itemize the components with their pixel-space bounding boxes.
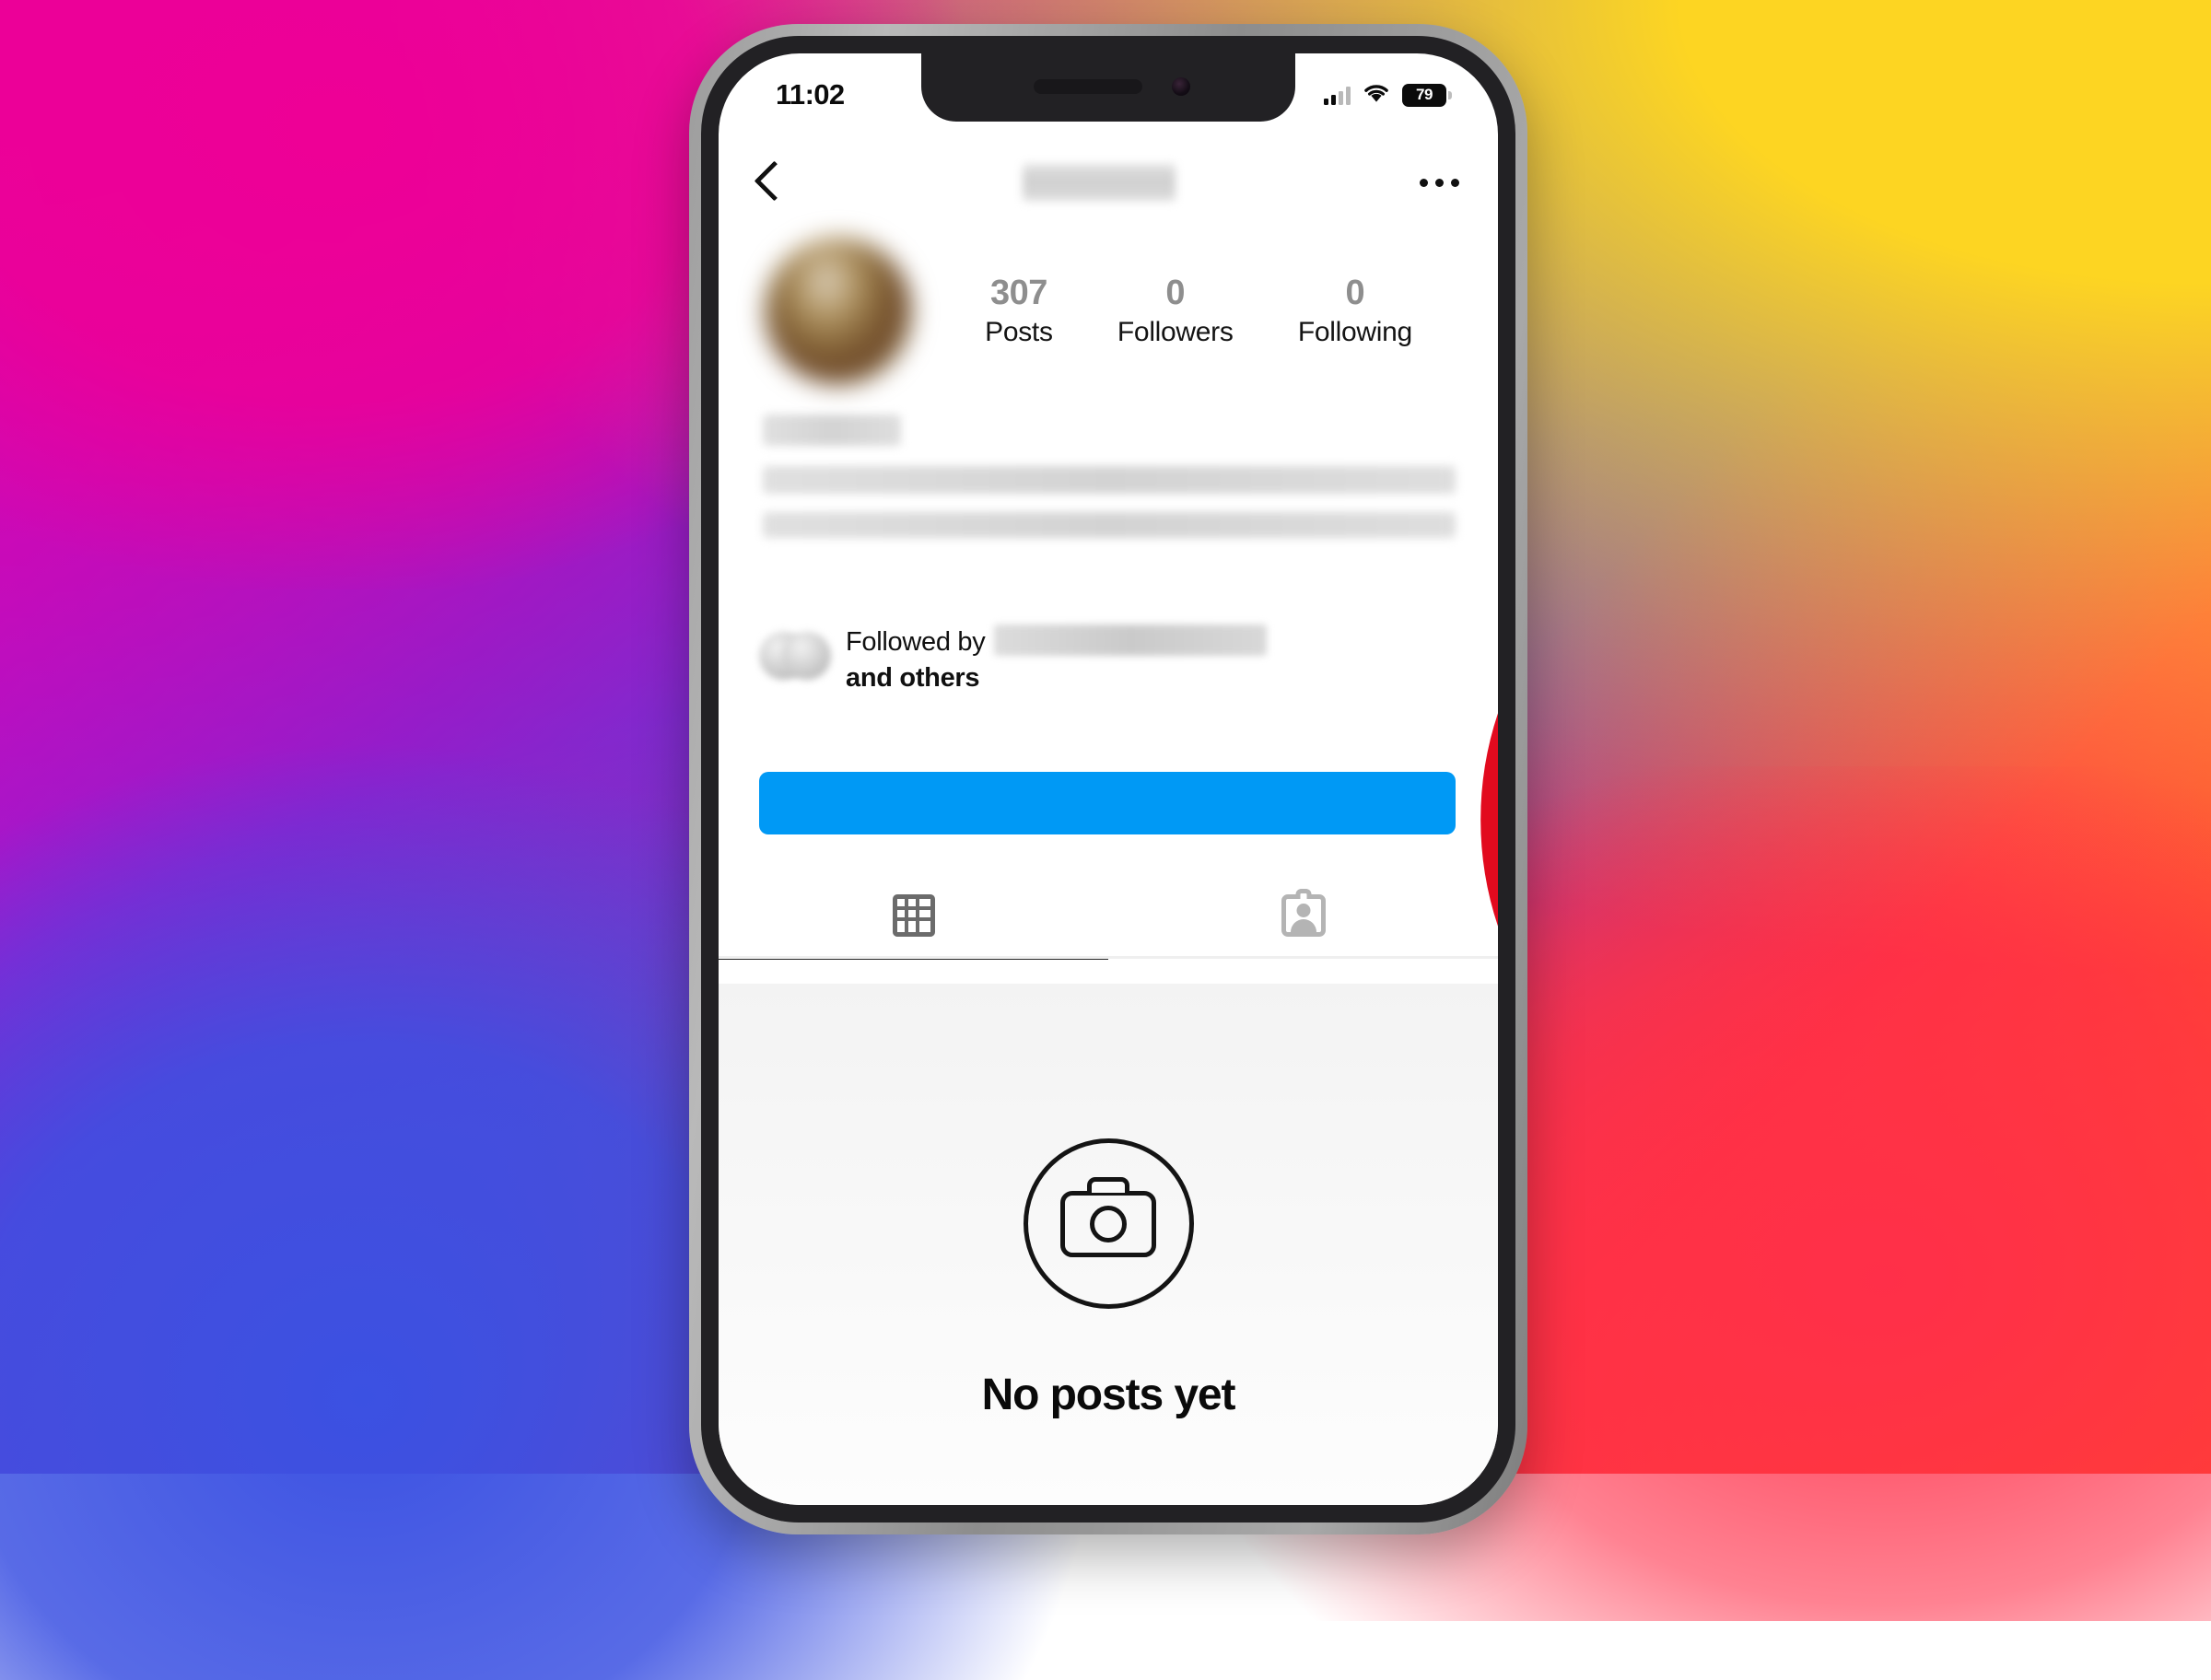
profile-header: 307 Posts 0 Followers 0 Following (719, 238, 1498, 385)
profile-bio-line-2 (763, 512, 1456, 538)
earpiece-speaker-icon (1034, 79, 1142, 94)
battery-icon: 79 (1402, 84, 1446, 107)
tagged-photos-icon (1281, 894, 1326, 937)
stat-followers-value: 0 (1117, 274, 1234, 311)
followed-by-text: Followed by and others (846, 624, 1456, 695)
empty-state-title: No posts yet (982, 1370, 1235, 1420)
camera-outline-icon (1024, 1138, 1194, 1309)
followed-by-username (994, 624, 1267, 656)
stat-followers-label: Followers (1117, 317, 1234, 348)
more-options-icon[interactable] (1420, 179, 1459, 187)
navigation-bar (719, 138, 1498, 227)
followed-by-row[interactable]: Followed by and others (759, 624, 1456, 695)
stat-following-label: Following (1298, 317, 1412, 348)
profile-username-title (1023, 164, 1176, 201)
front-camera-icon (1172, 77, 1190, 96)
status-bar-indicators: 79 (1324, 82, 1446, 108)
stat-posts-label: Posts (985, 317, 1053, 348)
cellular-signal-icon (1324, 86, 1351, 105)
status-bar-clock: 11:02 (776, 78, 845, 111)
avatar[interactable] (765, 238, 912, 385)
profile-stats: 307 Posts 0 Followers 0 Following (912, 274, 1461, 347)
phone-screen: 11:02 79 (719, 53, 1498, 1505)
tab-tagged[interactable] (1108, 871, 1498, 960)
tab-bar-divider (719, 956, 1498, 959)
phone-device-frame: 11:02 79 (689, 24, 1527, 1534)
grid-posts-icon (893, 894, 935, 937)
device-notch (921, 53, 1295, 122)
followed-by-label: Followed by (846, 627, 985, 657)
back-chevron-icon[interactable] (754, 161, 778, 204)
profile-tab-bar (719, 871, 1498, 960)
mutual-follower-avatars (759, 632, 829, 689)
stat-posts-value: 307 (985, 274, 1053, 311)
battery-level-label: 79 (1416, 86, 1433, 104)
stat-followers[interactable]: 0 Followers (1117, 274, 1234, 347)
stat-posts[interactable]: 307 Posts (985, 274, 1053, 347)
follow-action-button[interactable] (759, 772, 1456, 834)
profile-bio-line-1 (763, 466, 1456, 494)
stat-following[interactable]: 0 Following (1298, 274, 1412, 347)
tab-posts[interactable] (719, 871, 1108, 960)
phone-bezel: 11:02 79 (701, 36, 1515, 1522)
profile-display-name (763, 414, 901, 446)
profile-bio-block (763, 414, 1456, 538)
followed-by-others-label: and others (846, 663, 979, 693)
wifi-icon (1363, 82, 1390, 108)
stat-following-value: 0 (1298, 274, 1412, 311)
empty-posts-state: No posts yet (719, 984, 1498, 1505)
